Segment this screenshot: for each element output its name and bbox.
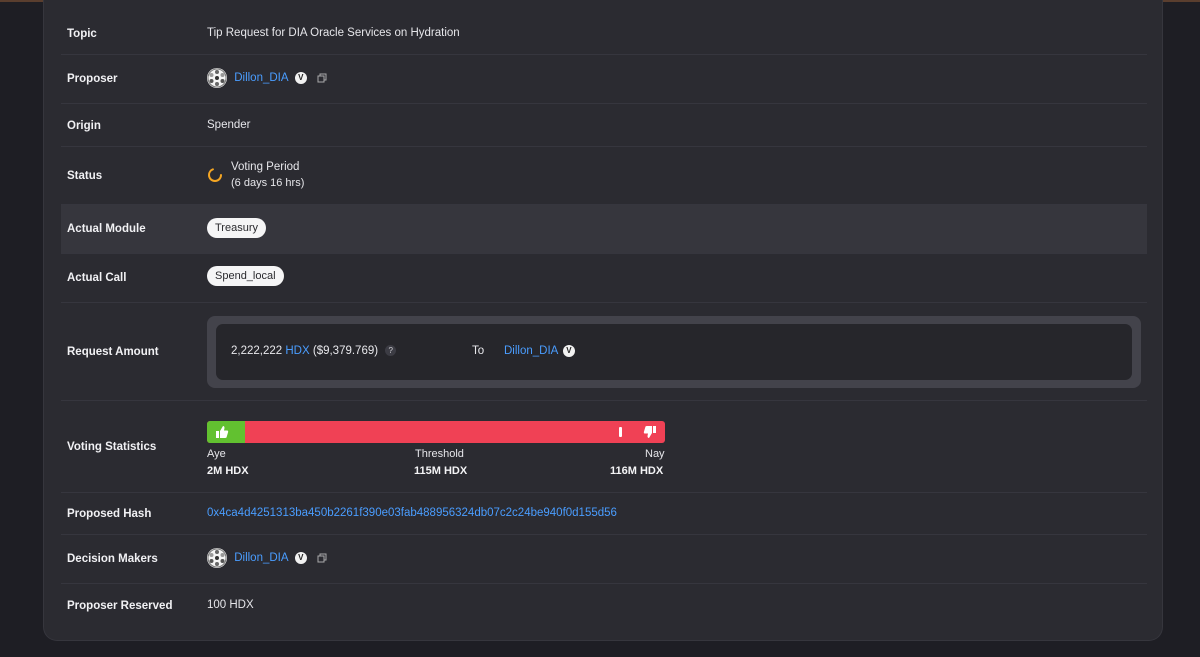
verified-icon: V bbox=[294, 72, 307, 84]
proposer-reserved-value: 100 HDX bbox=[207, 599, 254, 611]
amount-number: 2,222,222 bbox=[231, 345, 283, 357]
amount-token[interactable]: HDX bbox=[285, 345, 309, 357]
status-value: Voting Period bbox=[231, 161, 300, 173]
aye-value: 2M HDX bbox=[207, 465, 249, 477]
request-amount-box: 2,222,222 HDX ($9,379.769) ? To Dillon_D… bbox=[207, 316, 1141, 388]
proposed-hash-label: Proposed Hash bbox=[67, 508, 152, 520]
proposer-label: Proposer bbox=[67, 73, 118, 85]
proposal-details-card: Topic Tip Request for DIA Oracle Service… bbox=[43, 0, 1163, 641]
actual-module-row: Actual Module Treasury bbox=[61, 205, 1147, 254]
topic-row: Topic Tip Request for DIA Oracle Service… bbox=[61, 12, 1147, 55]
proposer-row: Proposer Dillon_DIA V bbox=[61, 55, 1147, 104]
thumbs-up-icon bbox=[216, 426, 229, 438]
threshold-value: 115M HDX bbox=[414, 465, 468, 477]
aye-label: Aye bbox=[207, 448, 226, 460]
decision-makers-row: Decision Makers Dillon_DIA V bbox=[61, 535, 1147, 584]
origin-row: Origin Spender bbox=[61, 104, 1147, 147]
voting-progress-bar bbox=[207, 421, 665, 443]
decision-maker-name-link[interactable]: Dillon_DIA bbox=[234, 552, 288, 564]
help-icon[interactable]: ? bbox=[385, 345, 397, 357]
request-amount-label: Request Amount bbox=[67, 346, 159, 358]
verified-icon: V bbox=[562, 345, 575, 357]
proposed-hash-row: Proposed Hash 0x4ca4d4251313ba450b2261f3… bbox=[61, 493, 1147, 535]
actual-call-value: Spend_local bbox=[207, 266, 284, 286]
call-badge: Spend_local bbox=[207, 266, 284, 286]
decision-makers-label: Decision Makers bbox=[67, 553, 158, 565]
threshold-marker bbox=[619, 427, 622, 437]
topic-value: Tip Request for DIA Oracle Services on H… bbox=[207, 27, 460, 39]
proposer-value: Dillon_DIA V bbox=[207, 68, 327, 88]
voting-statistics-label: Voting Statistics bbox=[67, 441, 157, 453]
actual-call-label: Actual Call bbox=[67, 272, 127, 284]
to-label: To bbox=[472, 345, 485, 357]
request-amount-value: 2,222,222 HDX ($9,379.769) ? bbox=[231, 345, 397, 357]
recipient-value: Dillon_DIA V bbox=[504, 345, 575, 357]
copy-icon[interactable] bbox=[317, 73, 327, 83]
nay-value: 116M HDX bbox=[610, 465, 664, 477]
proposer-reserved-row: Proposer Reserved 100 HDX bbox=[61, 584, 1147, 627]
request-amount-inner: 2,222,222 HDX ($9,379.769) ? To Dillon_D… bbox=[216, 324, 1132, 380]
thumbs-down-icon bbox=[643, 426, 656, 438]
copy-icon[interactable] bbox=[317, 553, 327, 563]
status-remaining-time: (6 days 16 hrs) bbox=[231, 177, 305, 189]
avatar-icon[interactable] bbox=[207, 548, 227, 568]
recipient-name-link[interactable]: Dillon_DIA bbox=[504, 345, 558, 357]
proposer-reserved-label: Proposer Reserved bbox=[67, 600, 173, 612]
status-label: Status bbox=[67, 170, 103, 182]
actual-module-label: Actual Module bbox=[67, 223, 146, 235]
voting-period-spinner-icon bbox=[208, 168, 222, 182]
request-amount-row: Request Amount 2,222,222 HDX ($9,379.769… bbox=[61, 303, 1147, 401]
module-badge: Treasury bbox=[207, 218, 266, 238]
status-row: Status Voting Period (6 days 16 hrs) bbox=[61, 147, 1147, 205]
actual-module-value: Treasury bbox=[207, 218, 266, 238]
decision-makers-value: Dillon_DIA V bbox=[207, 548, 327, 568]
threshold-label: Threshold bbox=[415, 448, 464, 460]
voting-statistics-row: Voting Statistics Aye 2M HDX Threshold 1… bbox=[61, 401, 1147, 493]
verified-icon: V bbox=[294, 552, 307, 564]
topic-label: Topic bbox=[67, 28, 97, 40]
origin-label: Origin bbox=[67, 120, 101, 132]
avatar-icon[interactable] bbox=[207, 68, 227, 88]
amount-usd: ($9,379.769) bbox=[312, 345, 379, 357]
nay-label: Nay bbox=[645, 448, 665, 460]
proposed-hash-link[interactable]: 0x4ca4d4251313ba450b2261f390e03fab488956… bbox=[207, 507, 617, 519]
proposer-name-link[interactable]: Dillon_DIA bbox=[234, 72, 288, 84]
origin-value: Spender bbox=[207, 119, 251, 131]
actual-call-row: Actual Call Spend_local bbox=[61, 254, 1147, 303]
